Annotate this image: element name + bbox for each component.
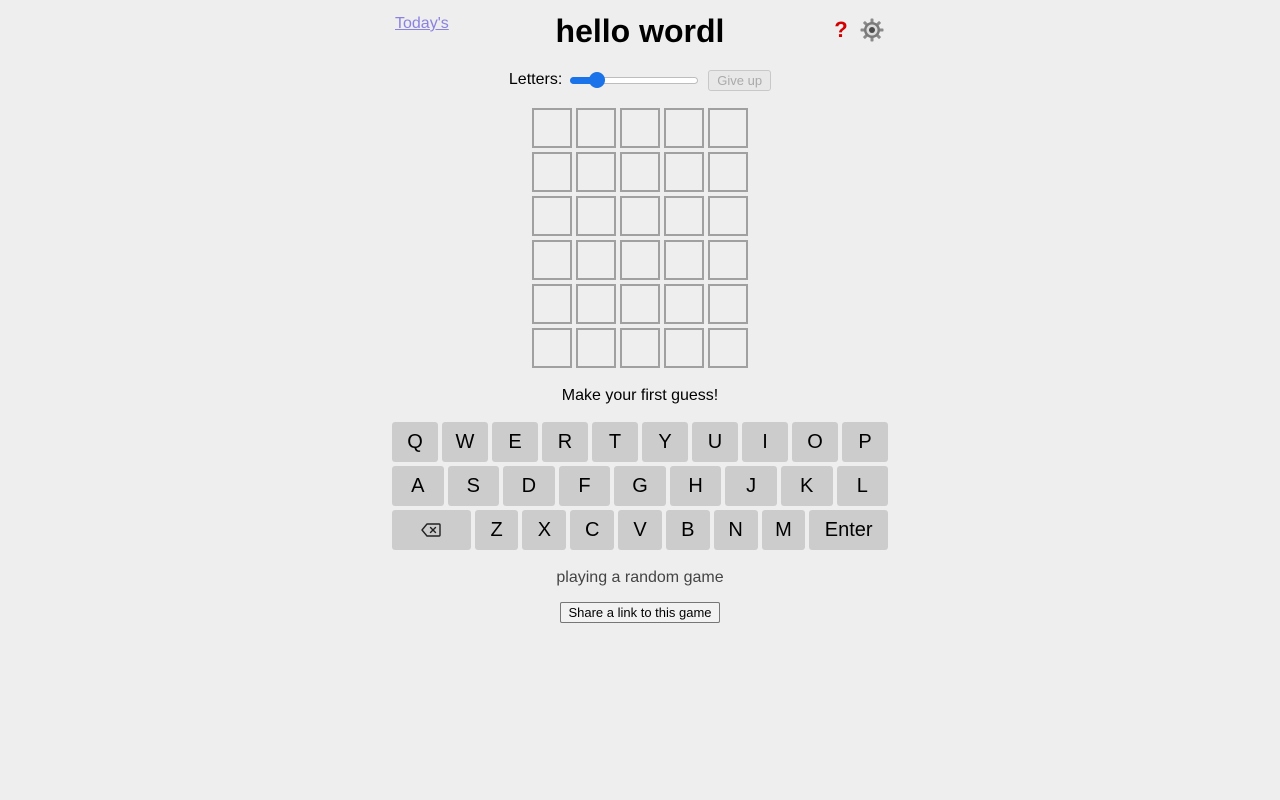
app: Today's hello wordl ? Letters: Give up M… [0,0,1280,800]
board-tile [532,284,572,324]
key-a[interactable]: A [392,466,444,506]
key-x[interactable]: X [522,510,567,550]
key-s[interactable]: S [447,466,500,506]
key-e[interactable]: E [492,422,538,462]
keyboard-row-3: Z X C V B N M Enter [392,510,888,550]
board-tile [532,240,572,280]
board-tile [532,108,572,148]
board-tile [576,240,616,280]
board-tile [620,152,660,192]
key-v[interactable]: V [618,510,662,550]
letters-slider[interactable] [570,70,699,90]
key-f[interactable]: F [558,466,611,506]
board-tile [664,108,704,148]
board-tile [708,284,748,324]
board-tile [532,328,572,368]
key-u[interactable]: U [692,422,738,462]
board-tile [708,240,748,280]
key-p[interactable]: P [842,422,888,462]
board-tile [708,196,748,236]
share-row: Share a link to this game [0,602,1280,623]
key-i[interactable]: I [742,422,788,462]
board-tile [576,152,616,192]
board-tile [664,152,704,192]
key-j[interactable]: J [725,466,777,506]
slider-thumb[interactable] [589,72,606,88]
keyboard-row-1: QWERTYUIOP [392,422,888,462]
key-y[interactable]: Y [642,422,688,462]
gear-icon [860,18,884,42]
give-up-button[interactable]: Give up [708,69,772,91]
board-tile [664,284,704,324]
key-r[interactable]: R [542,422,588,462]
guess-board [530,106,750,370]
letters-settings-row: Letters: Give up [0,68,1280,92]
key-q[interactable]: Q [392,422,438,462]
keyboard: QWERTYUIOP ASDFGHJKL Z X C V B N M Enter [392,422,889,554]
game-message: Make your first guess! [561,387,719,404]
key-t[interactable]: T [592,422,638,462]
board-tile [532,196,572,236]
board-tile [708,108,748,148]
letters-label: Letters: [508,71,563,88]
key-g[interactable]: G [614,466,666,506]
backspace-icon [421,523,442,537]
board-tile [620,284,660,324]
settings-button[interactable] [859,17,885,43]
header: Today's hello wordl ? [392,0,888,60]
board-tile [576,108,616,148]
key-z[interactable]: Z [474,510,519,550]
board-tile [620,108,660,148]
key-b[interactable]: B [665,510,710,550]
key-h[interactable]: H [669,466,722,506]
share-link-button[interactable]: Share a link to this game [560,602,720,623]
key-m[interactable]: M [761,510,806,550]
board-tile [708,328,748,368]
board-tile [664,196,704,236]
key-d[interactable]: D [503,466,555,506]
enter-key[interactable]: Enter [809,510,888,550]
key-n[interactable]: N [713,510,758,550]
help-button[interactable]: ? [828,17,854,43]
board-tile [664,240,704,280]
keyboard-row-2: ASDFGHJKL [392,466,889,506]
board-tile [532,152,572,192]
question-mark-icon: ? [834,17,848,42]
board-tile [576,284,616,324]
board-tile [576,196,616,236]
board-tile [708,152,748,192]
board-tile [664,328,704,368]
page-title: hello wordl [555,13,725,49]
board-tile [620,196,660,236]
board-tile [576,328,616,368]
key-k[interactable]: K [780,466,833,506]
key-l[interactable]: L [836,466,889,506]
key-c[interactable]: C [570,510,615,550]
backspace-key[interactable] [392,510,471,550]
key-w[interactable]: W [442,422,488,462]
game-status: playing a random game [556,569,724,586]
board-tile [620,328,660,368]
board-tile [620,240,660,280]
key-o[interactable]: O [792,422,838,462]
